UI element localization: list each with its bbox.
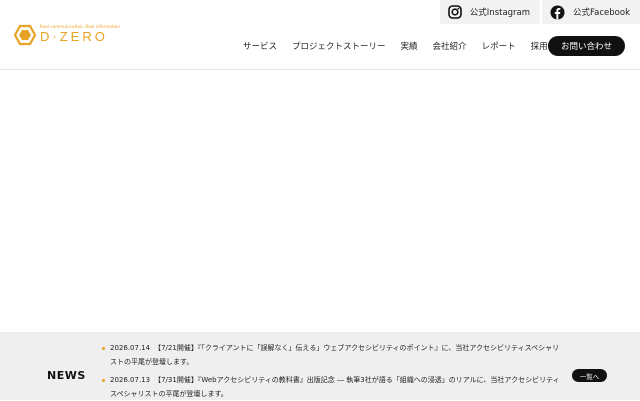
facebook-icon (550, 5, 565, 19)
bullet-dot-icon (102, 379, 105, 382)
news-item[interactable]: 2026.07.14 【7/21開催】『「クライアントに「誤解なく」伝える」ウェブ… (102, 341, 562, 369)
hexagon-logo-icon (14, 24, 36, 46)
logo-wordmark: D·ZERO (40, 29, 108, 44)
news-heading: NEWS (47, 369, 86, 382)
nav-item-services[interactable]: サービス (243, 40, 277, 52)
news-more-button[interactable]: 一覧へ (572, 369, 607, 382)
nav-item-reports[interactable]: レポート (482, 40, 516, 52)
nav-item-works[interactable]: 実績 (401, 40, 418, 52)
nav-item-company[interactable]: 会社紹介 (433, 40, 467, 52)
news-item[interactable]: 2026.07.13 【7/31開催】『Webアクセシビリティの教科書』出版記念 … (102, 373, 562, 401)
social-links: 公式Instagram 公式Facebook (439, 0, 640, 24)
contact-button[interactable]: お問い合わせ (548, 36, 625, 56)
instagram-link[interactable]: 公式Instagram (439, 0, 541, 24)
site-logo[interactable]: Real communication, Real information D·Z… (14, 22, 124, 48)
news-date: 2026.07.13 (110, 376, 151, 384)
facebook-label: 公式Facebook (573, 8, 630, 18)
bullet-dot-icon (102, 347, 105, 350)
main-nav: サービス プロジェクトストーリー 実績 会社紹介 レポート 採用情報 (243, 40, 580, 52)
site-header: Real communication, Real information D·Z… (0, 0, 640, 70)
news-text: 【7/21開催】『「クライアントに「誤解なく」伝える」ウェブアクセシビリティのポ… (110, 344, 560, 366)
news-bar: NEWS 2026.07.14 【7/21開催】『「クライアントに「誤解なく」伝え… (0, 332, 640, 400)
news-date: 2026.07.14 (110, 344, 151, 352)
facebook-link[interactable]: 公式Facebook (542, 0, 640, 24)
news-text: 【7/31開催】『Webアクセシビリティの教科書』出版記念 ― 執筆3社が語る「… (110, 376, 560, 398)
instagram-icon (447, 5, 462, 19)
news-list: 2026.07.14 【7/21開催】『「クライアントに「誤解なく」伝える」ウェブ… (102, 341, 562, 401)
instagram-label: 公式Instagram (469, 8, 531, 18)
nav-item-project-stories[interactable]: プロジェクトストーリー (292, 40, 386, 52)
